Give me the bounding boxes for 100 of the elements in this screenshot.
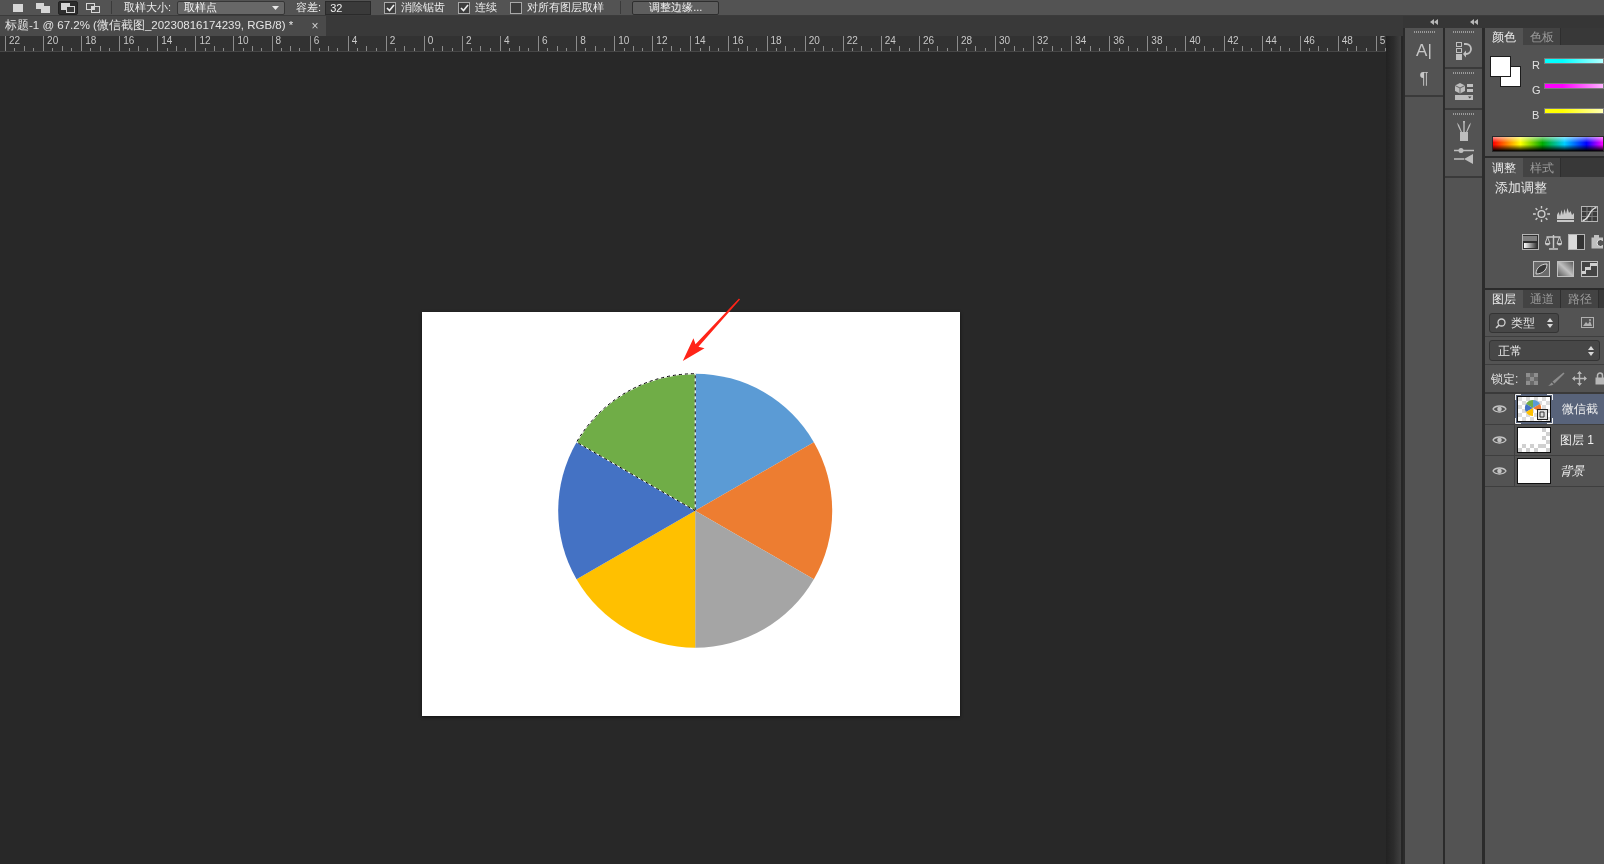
ruler-label: 22 bbox=[846, 36, 858, 46]
search-icon bbox=[1495, 317, 1506, 329]
ruler-label: 16 bbox=[732, 36, 744, 46]
stairs-square-icon[interactable] bbox=[1581, 261, 1598, 277]
collapse-arrows-icon[interactable] bbox=[1470, 19, 1478, 25]
ruler-label: 34 bbox=[1075, 36, 1087, 46]
ruler-label: 40 bbox=[1189, 36, 1201, 46]
subtract-squares-icon bbox=[61, 2, 75, 13]
ruler-label: 28 bbox=[960, 36, 973, 46]
ruler-label: 8 bbox=[580, 36, 586, 46]
close-button[interactable]: × bbox=[309, 20, 321, 32]
eye-icon[interactable] bbox=[1492, 404, 1507, 414]
cube-sliders-icon[interactable] bbox=[1454, 83, 1473, 100]
checkbox[interactable] bbox=[458, 1, 471, 14]
square-icon bbox=[11, 2, 25, 13]
layer-thumbnail bbox=[1517, 458, 1551, 484]
lock-icon[interactable] bbox=[1595, 372, 1604, 385]
layer-row[interactable]: 背景 bbox=[1515, 456, 1604, 486]
eye-icon[interactable] bbox=[1492, 466, 1507, 476]
histogram-icon[interactable] bbox=[1557, 206, 1574, 222]
ruler-label: 6 bbox=[542, 36, 548, 46]
panel-tab[interactable]: 颜色 bbox=[1485, 28, 1523, 45]
ruler-label: 18 bbox=[85, 36, 97, 46]
checkmark-icon bbox=[385, 3, 395, 12]
ruler-label: 20 bbox=[47, 36, 59, 46]
ruler-label: 38 bbox=[1151, 36, 1163, 46]
channel-label: B bbox=[1532, 110, 1541, 121]
tolerance-field[interactable]: 32 bbox=[325, 0, 372, 15]
curve-graph-icon[interactable] bbox=[1581, 206, 1598, 222]
intersect-squares-icon bbox=[86, 2, 100, 13]
annotation-arrow bbox=[682, 298, 740, 361]
tolerance-label: 容差: bbox=[296, 2, 322, 13]
half-filled-square-icon[interactable] bbox=[1568, 234, 1585, 250]
ruler-label: 14 bbox=[161, 36, 173, 46]
sun-icon[interactable] bbox=[1533, 206, 1550, 222]
list-curved-arrow-icon[interactable] bbox=[1455, 42, 1472, 60]
balance-scale-icon[interactable] bbox=[1545, 234, 1562, 250]
channel-slider[interactable] bbox=[1544, 58, 1604, 64]
panel-tab[interactable]: 路径 bbox=[1561, 290, 1599, 308]
layer-row[interactable]: 微信截 bbox=[1515, 394, 1604, 424]
channel-slider[interactable] bbox=[1544, 83, 1604, 89]
checkbox-label[interactable]: 对所有图层取样 bbox=[527, 2, 605, 13]
ruler-label: 30 bbox=[999, 36, 1011, 46]
ruler-label: 42 bbox=[1227, 36, 1239, 46]
panel-tab[interactable]: 调整 bbox=[1485, 158, 1523, 177]
checkbox[interactable] bbox=[384, 1, 397, 14]
ruler-label: 46 bbox=[1303, 36, 1315, 46]
updown-caret-icon bbox=[1588, 345, 1594, 356]
lens-square-icon[interactable] bbox=[1533, 261, 1550, 277]
ruler-label: 18 bbox=[770, 36, 782, 46]
layer-name: 微信截 bbox=[1562, 403, 1598, 415]
color-spectrum-bar[interactable] bbox=[1492, 136, 1604, 152]
panel-heading: 添加调整 bbox=[1495, 180, 1547, 196]
ruler-label: 4 bbox=[504, 36, 510, 46]
panel-tab[interactable]: 图层 bbox=[1485, 290, 1523, 308]
layer-filter-dropdown[interactable]: 类型 bbox=[1489, 313, 1559, 333]
foreground-background-swatch-icon[interactable] bbox=[1490, 56, 1521, 87]
document-title: 标题-1 @ 67.2% (微信截图_20230816174239, RGB/8) * bbox=[5, 20, 294, 32]
checker-icon[interactable] bbox=[1526, 372, 1539, 385]
ruler-label: 5 bbox=[1379, 36, 1386, 46]
move-arrows-icon[interactable] bbox=[1572, 371, 1588, 386]
camera-icon[interactable] bbox=[1591, 234, 1603, 250]
checkbox[interactable] bbox=[510, 1, 523, 14]
slider-lines-icon[interactable] bbox=[1453, 148, 1474, 164]
collapse-arrows-icon[interactable] bbox=[1430, 19, 1438, 25]
sample-size-dropdown[interactable]: 取样点 bbox=[177, 0, 286, 15]
panel-button[interactable]: A| bbox=[1416, 42, 1432, 60]
panel-button[interactable]: ¶ bbox=[1419, 70, 1429, 88]
ruler-label: 0 bbox=[427, 36, 434, 46]
layer-thumbnail bbox=[1517, 427, 1551, 453]
ruler-label: 24 bbox=[884, 36, 896, 46]
blend-mode-dropdown[interactable]: 正常 bbox=[1489, 340, 1600, 361]
striped-box-icon[interactable] bbox=[1522, 234, 1539, 250]
selection-mode-button[interactable] bbox=[58, 0, 78, 15]
checkbox-label[interactable]: 连续 bbox=[475, 2, 498, 13]
ruler-label: 36 bbox=[1113, 36, 1125, 46]
panel-tab[interactable]: 样式 bbox=[1523, 158, 1561, 177]
image-icon[interactable] bbox=[1581, 317, 1594, 328]
ruler-label: 2 bbox=[389, 36, 396, 46]
checkmark-icon bbox=[459, 3, 469, 12]
panel-tab[interactable]: 通道 bbox=[1523, 290, 1561, 308]
ruler-label: 8 bbox=[275, 36, 282, 46]
selection-mode-button[interactable] bbox=[33, 0, 53, 15]
ruler-label: 26 bbox=[922, 36, 934, 46]
layer-row[interactable]: 图层 1 bbox=[1515, 425, 1604, 455]
checkbox-label[interactable]: 消除锯齿 bbox=[401, 2, 446, 13]
panel-tab[interactable]: 色板 bbox=[1523, 28, 1561, 45]
document-tab[interactable]: 标题-1 @ 67.2% (微信截图_20230816174239, RGB/8) * × bbox=[0, 16, 326, 36]
brush-icon[interactable] bbox=[1547, 371, 1566, 386]
brushes-in-cup-icon[interactable] bbox=[1455, 121, 1472, 141]
diagonal-gradient-icon[interactable] bbox=[1557, 261, 1574, 277]
ruler-label: 2 bbox=[465, 36, 472, 46]
ruler-label: 6 bbox=[313, 36, 320, 46]
ruler-label: 22 bbox=[9, 36, 21, 46]
eye-icon[interactable] bbox=[1492, 435, 1507, 445]
layer-name: 图层 1 bbox=[1560, 434, 1594, 446]
ruler-label: 32 bbox=[1037, 36, 1049, 46]
selection-mode-button[interactable] bbox=[83, 0, 103, 15]
channel-slider[interactable] bbox=[1544, 108, 1604, 114]
refine-edge-button[interactable]: 调整边缘... bbox=[632, 0, 720, 15]
